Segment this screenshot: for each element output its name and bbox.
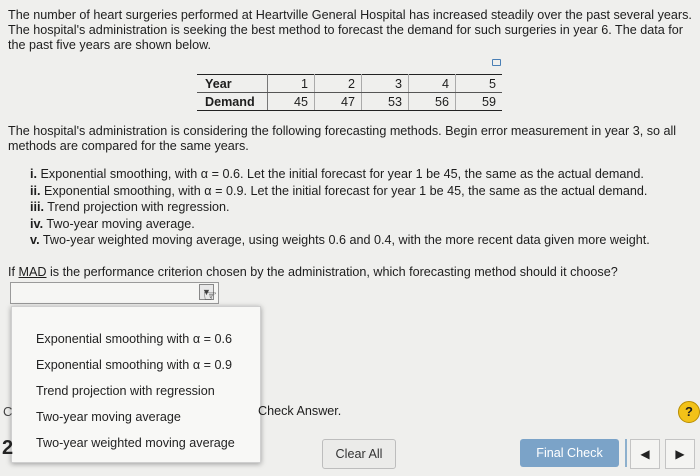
table-row-label: Demand [197, 92, 268, 111]
table-row-label: Year [197, 74, 268, 93]
dropdown-option[interactable]: Exponential smoothing with α = 0.9 [36, 358, 232, 372]
list-item-text: Two-year weighted moving average, using … [42, 233, 650, 247]
question-suffix: is the performance criterion chosen by t… [46, 265, 618, 279]
table-row: Demand 45 47 53 56 59 [197, 92, 502, 111]
list-item-number: i. [30, 167, 37, 181]
toolbar-divider [625, 439, 627, 467]
list-item: iii. Trend projection with regression. [30, 199, 650, 216]
data-table: Year 1 2 3 4 5 Demand 45 47 53 56 59 [197, 74, 502, 111]
list-item-text: Exponential smoothing, with α = 0.6. Let… [40, 167, 644, 181]
methods-intro: The hospital's administration is conside… [8, 124, 677, 153]
answer-select[interactable] [10, 282, 219, 304]
next-arrow-icon[interactable]: ▶ [665, 439, 695, 469]
list-item-number: iv. [30, 216, 44, 231]
table-cell: 3 [361, 74, 409, 93]
list-item-text: Two-year moving average. [46, 216, 195, 231]
table-cell: 1 [267, 74, 315, 93]
problem-intro: The number of heart surgeries performed … [8, 8, 692, 52]
table-cell: 47 [314, 92, 362, 111]
list-item: ii. Exponential smoothing, with α = 0.9.… [30, 183, 650, 200]
table-cell: 59 [455, 92, 502, 111]
table-cell: 53 [361, 92, 409, 111]
list-item-number: iii. [30, 200, 44, 214]
table-row: Year 1 2 3 4 5 [197, 74, 502, 93]
dropdown-option[interactable]: Two-year moving average [36, 410, 181, 424]
list-item: i. Exponential smoothing, with α = 0.6. … [30, 166, 650, 183]
list-item: v. Two-year weighted moving average, usi… [30, 232, 650, 249]
table-cell: 56 [408, 92, 456, 111]
table-cell: 45 [267, 92, 315, 111]
mad-term-link[interactable]: MAD [19, 265, 47, 279]
list-item-number: v. [30, 233, 40, 247]
prev-arrow-icon[interactable]: ◀ [630, 439, 660, 469]
hand-cursor-icon: ☞ [203, 288, 218, 305]
dropdown-option[interactable]: Two-year weighted moving average [36, 436, 235, 450]
partial-text: 2 [2, 437, 14, 459]
copy-icon[interactable] [492, 59, 501, 66]
list-item-number: ii. [30, 183, 41, 198]
question-prefix: If [8, 265, 19, 279]
check-answer-text: Check Answer. [258, 404, 342, 418]
table-cell: 2 [314, 74, 362, 93]
list-item-text: Trend projection with regression. [47, 200, 230, 214]
question-text: If MAD is the performance criterion chos… [8, 265, 618, 280]
list-item-text: Exponential smoothing, with α = 0.9. Let… [44, 183, 648, 198]
final-check-button[interactable]: Final Check [520, 439, 619, 467]
help-icon[interactable]: ? [678, 401, 700, 423]
dropdown-option[interactable]: Trend projection with regression [36, 384, 215, 398]
methods-list: i. Exponential smoothing, with α = 0.6. … [30, 166, 650, 249]
partial-text: C [3, 404, 13, 419]
list-item: iv. Two-year moving average. [30, 216, 650, 233]
table-cell: 5 [455, 74, 502, 93]
dropdown-option[interactable]: Exponential smoothing with α = 0.6 [36, 332, 232, 346]
table-cell: 4 [408, 74, 456, 93]
dropdown-menu: Exponential smoothing with α = 0.6 Expon… [11, 306, 261, 463]
clear-all-button[interactable]: Clear All [322, 439, 396, 469]
